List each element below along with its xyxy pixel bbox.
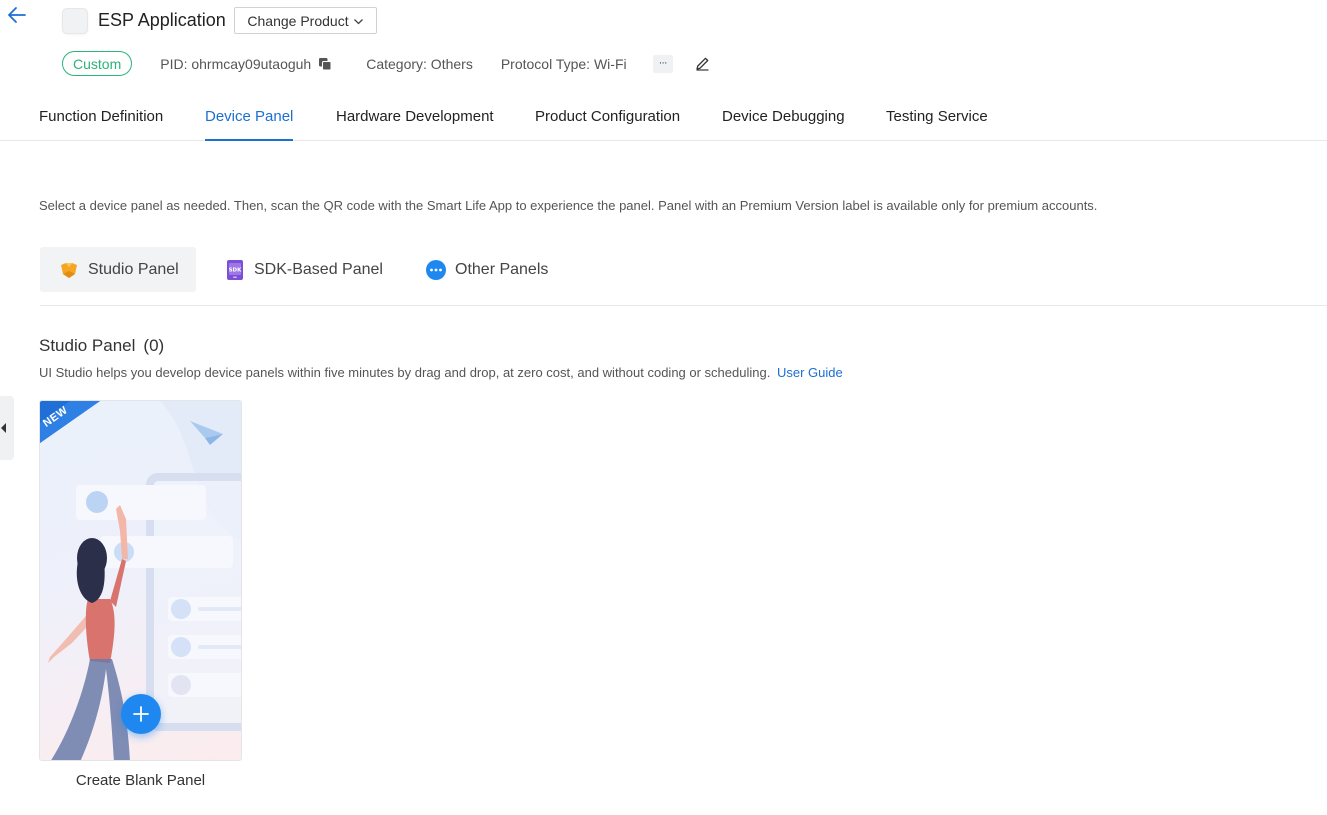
more-options-button[interactable]: ···	[652, 54, 673, 73]
svg-text:SDK: SDK	[229, 267, 243, 273]
pid-info: PID: ohrmcay09utaoguh	[160, 56, 332, 72]
tab-hardware-development[interactable]: Hardware Development	[336, 108, 494, 141]
product-title: ESP Application	[98, 10, 226, 30]
tab-function-definition[interactable]: Function Definition	[39, 108, 163, 141]
change-product-button[interactable]: Change Product	[234, 7, 377, 34]
subtab-studio-panel[interactable]: Studio Panel	[40, 247, 196, 292]
more-dots-icon	[425, 259, 447, 281]
create-blank-panel-label[interactable]: Create Blank Panel	[39, 772, 242, 789]
sdk-icon: SDK	[224, 259, 246, 281]
main-tabs: Function Definition Device Panel Hardwar…	[0, 98, 1327, 141]
product-icon	[62, 8, 88, 34]
protocol-text: Protocol Type: Wi-Fi	[500, 55, 627, 72]
user-guide-link[interactable]: User Guide	[777, 365, 843, 380]
section-title: Studio Panel (0)	[39, 336, 164, 356]
studio-panel-icon	[58, 259, 80, 281]
sidebar-collapse-toggle[interactable]	[0, 396, 14, 460]
pid-text: PID: ohrmcay09utaoguh	[160, 55, 312, 72]
section-description: UI Studio helps you develop device panel…	[39, 365, 843, 380]
subtab-other-panels-label: Other Panels	[455, 260, 549, 278]
edit-pencil-icon[interactable]	[695, 56, 710, 71]
subtab-other-panels[interactable]: Other Panels	[425, 247, 548, 292]
tab-product-configuration[interactable]: Product Configuration	[535, 108, 680, 141]
panel-type-tabs: Studio Panel SDK SDK-Based Panel Other P…	[40, 246, 1327, 306]
back-arrow-icon[interactable]	[6, 4, 28, 26]
subtab-sdk-based-panel-label: SDK-Based Panel	[254, 260, 383, 278]
plus-icon	[133, 706, 149, 722]
caret-left-icon	[1, 423, 6, 433]
custom-badge: Custom	[62, 51, 133, 76]
tab-device-debugging[interactable]: Device Debugging	[722, 108, 845, 141]
subtab-studio-panel-label: Studio Panel	[88, 260, 179, 278]
section-description-text: UI Studio helps you develop device panel…	[39, 365, 771, 380]
section-count: (0)	[143, 336, 165, 355]
copy-icon[interactable]	[318, 57, 332, 71]
create-blank-panel-card[interactable]: NEW	[39, 400, 242, 761]
section-title-text: Studio Panel	[39, 336, 136, 355]
product-meta: Custom PID: ohrmcay09utaoguh Category: O…	[62, 51, 710, 76]
category-text: Category: Others	[366, 55, 473, 72]
subtab-sdk-based-panel[interactable]: SDK SDK-Based Panel	[224, 247, 383, 292]
change-product-label: Change Product	[247, 12, 349, 29]
tab-device-panel[interactable]: Device Panel	[205, 108, 294, 141]
page-description: Select a device panel as needed. Then, s…	[39, 198, 1098, 213]
chevron-down-icon	[353, 18, 363, 24]
more-dots-icon: ···	[658, 57, 668, 69]
tab-testing-service[interactable]: Testing Service	[886, 108, 988, 141]
add-panel-button[interactable]	[121, 694, 161, 734]
